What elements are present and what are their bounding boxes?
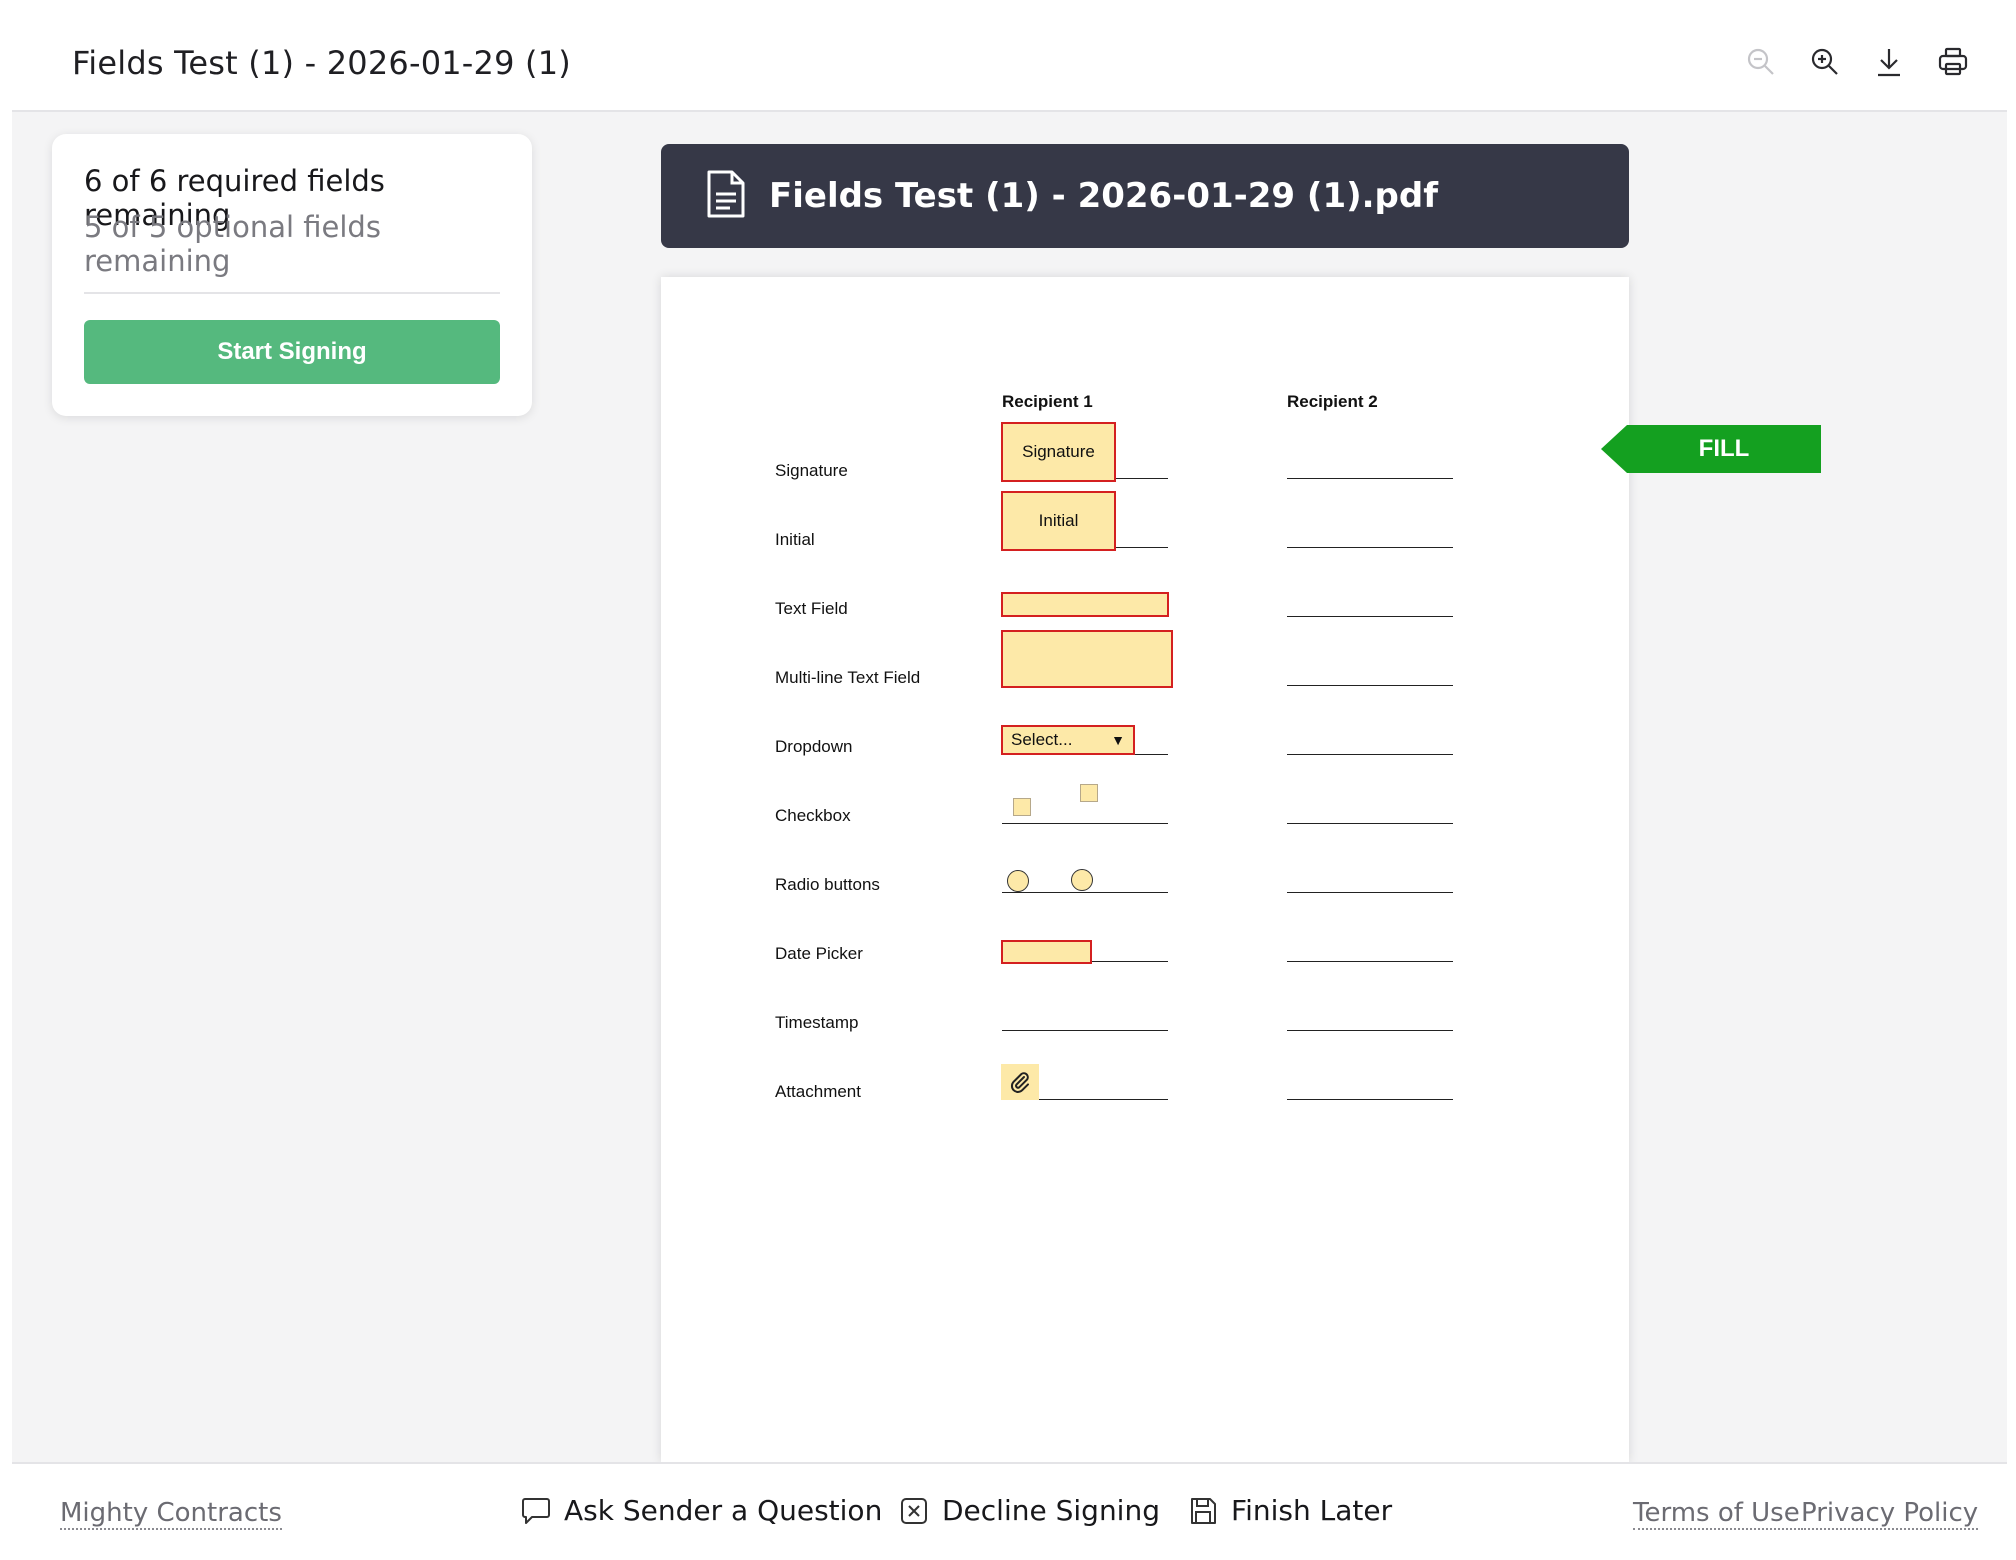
zoom-out-icon bbox=[1747, 48, 1774, 75]
start-signing-button[interactable]: Start Signing bbox=[84, 320, 500, 384]
text-field-input[interactable] bbox=[1001, 592, 1169, 617]
zoom-out-button[interactable] bbox=[1743, 44, 1779, 80]
paperclip-icon bbox=[1011, 1072, 1029, 1093]
speech-bubble-icon bbox=[522, 1497, 550, 1524]
underline bbox=[1287, 685, 1453, 686]
ask-sender-button[interactable]: Ask Sender a Question bbox=[520, 1494, 882, 1527]
finish-later-button[interactable]: Finish Later bbox=[1187, 1494, 1392, 1527]
row-label-signature: Signature bbox=[775, 461, 848, 480]
document-icon bbox=[707, 170, 745, 218]
print-icon bbox=[1938, 47, 1968, 76]
document-title: Fields Test (1) - 2026-01-29 (1) bbox=[72, 44, 571, 82]
terms-of-use-link[interactable]: Terms of Use bbox=[1633, 1498, 1800, 1530]
ask-sender-label: Ask Sender a Question bbox=[564, 1494, 883, 1527]
underline bbox=[1002, 892, 1168, 893]
download-button[interactable] bbox=[1871, 44, 1907, 80]
underline bbox=[1287, 1099, 1453, 1100]
signature-field[interactable]: Signature bbox=[1001, 422, 1116, 482]
row-label-checkbox: Checkbox bbox=[775, 806, 851, 825]
brand-link[interactable]: Mighty Contracts bbox=[60, 1498, 282, 1530]
fill-tag-label: FILL bbox=[1698, 435, 1750, 462]
dropdown-select[interactable]: Select... ▼ bbox=[1001, 725, 1135, 755]
privacy-policy-link[interactable]: Privacy Policy bbox=[1801, 1498, 1979, 1530]
column-recipient-1: Recipient 1 bbox=[1002, 392, 1093, 411]
row-label-text-field: Text Field bbox=[775, 599, 848, 618]
top-bar: Fields Test (1) - 2026-01-29 (1) bbox=[12, 4, 2007, 112]
row-label-initial: Initial bbox=[775, 530, 815, 549]
dropdown-value: Select... bbox=[1011, 730, 1073, 749]
pdf-page: Recipient 1 Recipient 2 Signature Initia… bbox=[661, 277, 1629, 1462]
print-button[interactable] bbox=[1935, 44, 1971, 80]
zoom-in-icon bbox=[1811, 48, 1838, 75]
underline bbox=[1002, 823, 1168, 824]
pdf-file-header: Fields Test (1) - 2026-01-29 (1).pdf bbox=[661, 144, 1629, 248]
zoom-in-button[interactable] bbox=[1807, 44, 1843, 80]
underline bbox=[1287, 823, 1453, 824]
fill-indicator-tag[interactable]: FILL bbox=[1601, 425, 1821, 473]
row-label-timestamp: Timestamp bbox=[775, 1013, 859, 1032]
row-label-dropdown: Dropdown bbox=[775, 737, 853, 756]
pdf-file-name: Fields Test (1) - 2026-01-29 (1).pdf bbox=[769, 176, 1439, 216]
finish-later-label: Finish Later bbox=[1231, 1494, 1393, 1527]
date-picker-field[interactable] bbox=[1001, 940, 1092, 964]
underline bbox=[1287, 1030, 1453, 1031]
optional-fields-count: 5 of 5 optional fields remaining bbox=[84, 210, 381, 278]
decline-signing-label: Decline Signing bbox=[942, 1494, 1160, 1527]
row-label-multiline-text-field: Multi-line Text Field bbox=[775, 668, 921, 687]
attachment-field[interactable] bbox=[1001, 1064, 1039, 1100]
column-recipient-2: Recipient 2 bbox=[1287, 392, 1378, 411]
row-label-date-picker: Date Picker bbox=[775, 944, 863, 963]
divider bbox=[84, 292, 500, 294]
close-square-icon bbox=[901, 1497, 927, 1524]
download-icon bbox=[1878, 49, 1900, 77]
radio-button-2[interactable] bbox=[1071, 869, 1093, 891]
signing-progress-panel: 6 of 6 required fields remaining 5 of 5 … bbox=[52, 134, 532, 416]
row-label-attachment: Attachment bbox=[775, 1082, 861, 1101]
underline bbox=[1287, 892, 1453, 893]
checkbox-2[interactable] bbox=[1080, 784, 1098, 802]
underline bbox=[1287, 547, 1453, 548]
initial-field[interactable]: Initial bbox=[1001, 491, 1116, 551]
row-label-radio-buttons: Radio buttons bbox=[775, 875, 880, 894]
underline bbox=[1287, 961, 1453, 962]
radio-button-1[interactable] bbox=[1007, 870, 1029, 892]
save-icon bbox=[1191, 1497, 1216, 1524]
triangle-down-icon: ▼ bbox=[1111, 732, 1125, 748]
decline-signing-button[interactable]: Decline Signing bbox=[898, 1494, 1160, 1527]
multiline-text-field-input[interactable] bbox=[1001, 630, 1173, 688]
checkbox-1[interactable] bbox=[1013, 798, 1031, 816]
underline bbox=[1287, 754, 1453, 755]
underline bbox=[1002, 1030, 1168, 1031]
underline bbox=[1287, 478, 1453, 479]
underline bbox=[1287, 616, 1453, 617]
footer: Mighty Contracts Ask Sender a Question D… bbox=[12, 1462, 2007, 1560]
